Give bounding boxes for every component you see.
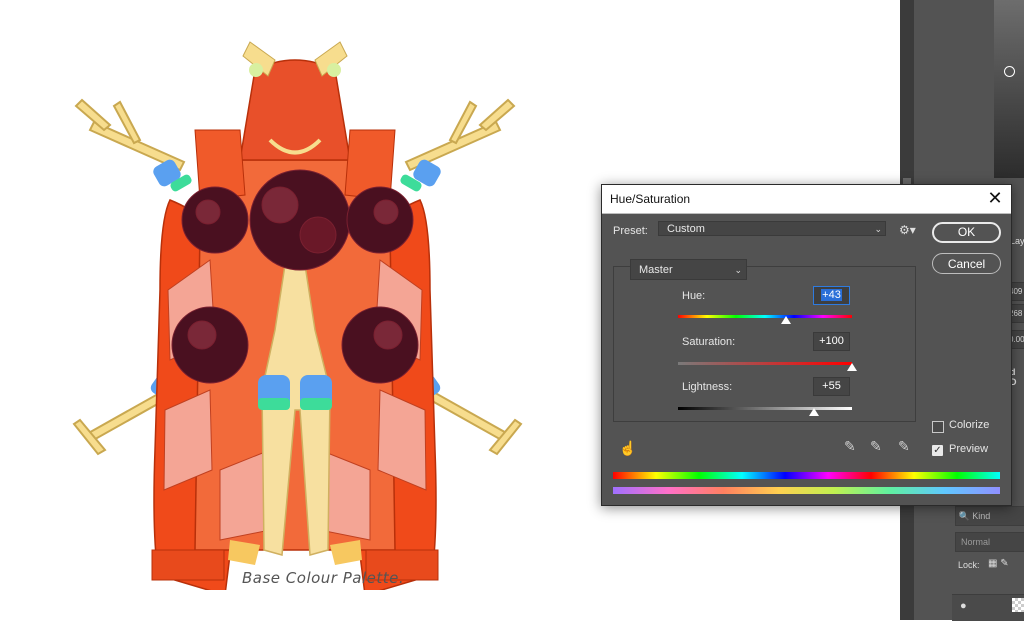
dialog-titlebar[interactable]: Hue/Saturation ✕	[602, 185, 1011, 214]
preset-value: Custom	[667, 223, 705, 235]
staff-left-upper	[74, 98, 186, 172]
chevron-down-icon: ⌄	[734, 265, 742, 275]
fringe-left	[151, 549, 225, 581]
hue-saturation-dialog: Hue/Saturation ✕ Preset: Custom ⌄ ⚙▾ OK …	[601, 184, 1012, 506]
preset-select[interactable]: Custom ⌄	[658, 221, 886, 236]
close-icon[interactable]: ✕	[985, 188, 1005, 208]
lightness-label: Lightness:	[682, 381, 733, 393]
ok-button[interactable]: OK	[932, 222, 1001, 243]
saturation-slider-track[interactable]	[678, 362, 852, 365]
lightness-slider-thumb[interactable]	[808, 408, 819, 416]
layer-kind-filter[interactable]: 🔍 Kind	[955, 506, 1024, 526]
artwork	[72, 41, 523, 590]
input-color-spectrum	[613, 472, 1000, 479]
output-color-spectrum	[613, 487, 1000, 494]
hue-slider-track[interactable]	[678, 315, 852, 318]
preset-label: Preset:	[613, 225, 648, 237]
preview-label: Preview	[949, 443, 989, 455]
layer-thumbnail[interactable]	[1012, 598, 1024, 612]
staff-right-lower	[423, 388, 523, 456]
kind-filter-label: Kind	[972, 511, 991, 521]
gear-icon[interactable]: ⚙▾	[899, 223, 916, 237]
saturation-slider-thumb[interactable]	[847, 363, 857, 371]
lightness-input[interactable]: +55	[813, 377, 850, 396]
hue-input[interactable]: +43	[813, 286, 850, 305]
staff-right-upper	[404, 98, 516, 172]
blend-mode-select[interactable]: Normal	[955, 532, 1024, 552]
color-picker-field[interactable]	[994, 0, 1024, 178]
dialog-title: Hue/Saturation	[610, 192, 691, 206]
blend-mode-label: Normal	[961, 537, 991, 547]
hue-value-text: +43	[821, 289, 842, 301]
adjustment-group	[613, 266, 916, 422]
cancel-button[interactable]: Cancel	[932, 253, 1001, 274]
saturation-input[interactable]: +100	[813, 332, 850, 351]
lock-transparency-icon[interactable]: ▦ ✎	[988, 558, 1009, 569]
chevron-down-icon: ⌄	[874, 224, 882, 234]
colorize-checkbox[interactable]	[932, 421, 944, 433]
panel-section-label: d D	[1010, 367, 1017, 387]
visibility-eye-icon[interactable]: ●	[960, 600, 967, 612]
channel-select[interactable]: Master ⌄	[630, 259, 747, 280]
eyedropper-minus-icon[interactable]: ✎	[898, 438, 910, 455]
artwork-caption: Base Colour Palette.	[242, 569, 405, 587]
colorize-label: Colorize	[949, 419, 990, 431]
eyedropper-icon[interactable]: ✎	[844, 438, 856, 455]
channel-value: Master	[639, 264, 673, 276]
preview-checkbox[interactable]: ✓	[932, 445, 943, 456]
eyedropper-plus-icon[interactable]: ✎	[870, 438, 882, 455]
hue-slider-thumb[interactable]	[780, 316, 791, 324]
lock-label: Lock:	[958, 560, 980, 570]
lightness-slider-track[interactable]	[678, 407, 852, 410]
color-picker-ring[interactable]	[1004, 66, 1015, 77]
saturation-label: Saturation:	[682, 336, 736, 348]
hue-label: Hue:	[682, 290, 706, 302]
layers-tab-label[interactable]: Laye	[1010, 236, 1024, 246]
targeted-adjustment-hand-icon[interactable]: ☝	[619, 440, 636, 457]
